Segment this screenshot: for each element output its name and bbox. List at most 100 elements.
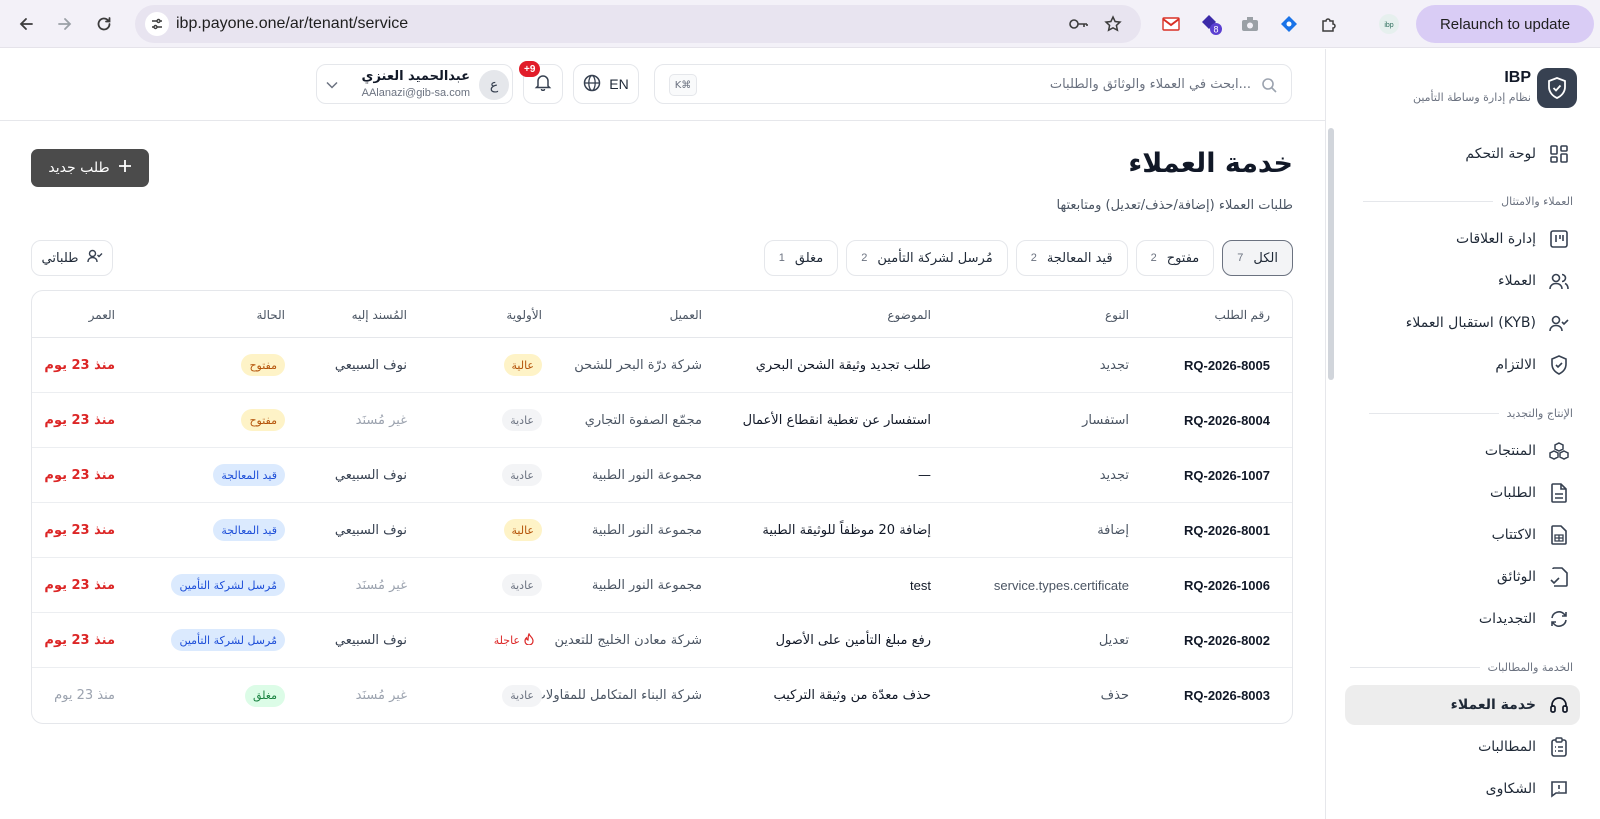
tab-label: مغلق — [794, 250, 824, 266]
back-button[interactable] — [12, 10, 40, 38]
table-row[interactable]: RQ-2026-1006 service.types.certificate t… — [32, 558, 1292, 613]
request-id[interactable]: RQ-2026-8003 — [1184, 668, 1270, 723]
sidebar-item-kyb[interactable]: استقبال العملاء (KYB) — [1345, 303, 1580, 343]
col-header-type[interactable]: النوع — [1105, 291, 1129, 338]
section-divider — [1349, 667, 1480, 668]
request-id[interactable]: RQ-2026-8001 — [1184, 503, 1270, 557]
search-placeholder: ابحث في العملاء والوثائق والطلبات... — [1049, 77, 1251, 92]
col-header-priority[interactable]: الأولوية — [432, 291, 542, 338]
refresh-icon — [1548, 608, 1570, 630]
request-id[interactable]: RQ-2026-8004 — [1184, 393, 1270, 447]
request-type: تجديد — [1099, 357, 1129, 373]
request-id[interactable]: RQ-2026-1006 — [1184, 558, 1270, 612]
request-assignee: غير مُسنَد — [355, 577, 407, 593]
table-row[interactable]: RQ-2026-8003 حذف حذف معدّة من وثيقة التر… — [32, 668, 1292, 723]
priority-cell: عالية — [432, 503, 542, 557]
request-assignee: نوف السبيعي — [334, 467, 407, 483]
boxes-icon — [1548, 440, 1570, 462]
request-id[interactable]: RQ-2026-8002 — [1184, 613, 1270, 667]
sidebar: IBP نظام إدارة وساطة التأمين لوحة التحكم… — [1325, 49, 1600, 819]
request-assignee: نوف السبيعي — [334, 632, 407, 648]
request-id[interactable]: RQ-2026-8005 — [1184, 338, 1270, 392]
extension-diamond-icon[interactable]: 8 — [1199, 12, 1223, 36]
sidebar-item-underwriting[interactable]: الاكتتاب — [1345, 515, 1580, 555]
camera-extension-icon[interactable] — [1238, 12, 1262, 36]
table-row[interactable]: RQ-2026-8001 إضافة إضافة 20 موظفاً للوثي… — [32, 503, 1292, 558]
request-subject: test — [910, 577, 931, 593]
address-bar[interactable]: ibp.payone.one/ar/tenant/service — [135, 5, 1141, 43]
sidebar-item-renewals[interactable]: التجديدات — [1345, 599, 1580, 639]
col-header-client[interactable]: العميل — [670, 291, 702, 338]
user-menu[interactable]: ع عبدالحميد العنزي AAlanazi@gib-sa.com — [316, 64, 513, 104]
priority-cell: عاجلة — [432, 613, 542, 667]
forward-button[interactable] — [51, 10, 79, 38]
request-type: إضافة — [1097, 522, 1129, 538]
request-age: منذ 23 يوم — [44, 522, 115, 538]
status-cell: قيد المعالجة — [213, 503, 285, 557]
request-subject: حذف معدّة من وثيقة التركيب — [773, 688, 931, 703]
request-age: منذ 23 يوم — [44, 412, 115, 428]
section-label: الخدمة والمطالبات — [1487, 661, 1573, 674]
sidebar-item-clients[interactable]: العملاء — [1345, 261, 1580, 301]
extensions-puzzle-icon[interactable] — [1317, 12, 1341, 36]
priority-badge: عادية — [502, 464, 542, 486]
request-id[interactable]: RQ-2026-1007 — [1184, 448, 1270, 502]
col-header-status[interactable]: الحالة — [257, 291, 285, 338]
tab-in-progress[interactable]: قيد المعالجة 2 — [1015, 240, 1128, 276]
col-header-age[interactable]: العمر — [32, 291, 115, 338]
tab-count: 2 — [1030, 252, 1037, 264]
sidebar-item-policies[interactable]: الوثائق — [1345, 557, 1580, 597]
sidebar-item-compliance[interactable]: الالتزام — [1345, 345, 1580, 385]
sidebar-item-complaints[interactable]: الشكاوى — [1345, 769, 1580, 809]
reload-button[interactable] — [90, 10, 118, 38]
table-row[interactable]: RQ-2026-8005 تجديد طلب تجديد وثيقة الشحن… — [32, 338, 1292, 393]
request-assignee: نوف السبيعي — [334, 522, 407, 538]
priority-badge: عالية — [503, 354, 542, 376]
tab-sent-to-insurer[interactable]: مُرسل لشركة التأمين 2 — [846, 240, 1008, 276]
grid-icon — [1548, 143, 1570, 165]
sidebar-item-customer-service[interactable]: خدمة العملاء — [1345, 685, 1580, 725]
tab-count: 7 — [1237, 252, 1244, 264]
sidebar-item-relations[interactable]: إدارة العلاقات — [1345, 219, 1580, 259]
sidebar-item-products[interactable]: المنتجات — [1345, 431, 1580, 471]
sidebar-item-label: إدارة العلاقات — [1456, 231, 1536, 247]
tab-open[interactable]: مفتوح 2 — [1135, 240, 1215, 276]
sidebar-section-clients: العملاء والامتثال — [1363, 195, 1573, 208]
status-cell: مُرسل لشركة التأمين — [171, 558, 285, 612]
password-key-icon[interactable] — [1069, 14, 1089, 34]
relaunch-button[interactable]: Relaunch to update — [1416, 5, 1594, 43]
tab-all[interactable]: الكل 7 — [1222, 240, 1293, 276]
col-header-subject[interactable]: الموضوع — [887, 291, 931, 338]
table-row[interactable]: RQ-2026-8004 استفسار استفسار عن تغطية ان… — [32, 393, 1292, 448]
shield-check-icon — [1548, 354, 1570, 376]
profile-avatar-icon[interactable]: ibp — [1377, 12, 1401, 36]
status-badge: مُرسل لشركة التأمين — [171, 574, 285, 596]
request-subject: استفسار عن تغطية انقطاع الأعمال — [742, 412, 931, 428]
sidebar-item-dashboard[interactable]: لوحة التحكم — [1345, 134, 1580, 174]
col-header-id[interactable]: رقم الطلب — [1215, 291, 1270, 338]
new-request-button[interactable]: طلب جديد — [31, 149, 149, 187]
my-requests-button[interactable]: طلباتي — [31, 240, 113, 276]
search-input[interactable]: ابحث في العملاء والوثائق والطلبات... K⌘ — [654, 64, 1292, 104]
table-row[interactable]: RQ-2026-8002 تعديل رفع مبلغ التأمين على … — [32, 613, 1292, 668]
request-age: منذ 23 يوم — [44, 632, 115, 648]
site-info-icon[interactable] — [145, 12, 169, 36]
tab-closed[interactable]: مغلق 1 — [763, 240, 839, 276]
search-icon — [1259, 75, 1279, 95]
brand-name: IBP — [1504, 69, 1531, 86]
sidebar-item-requests[interactable]: الطلبات — [1345, 473, 1580, 513]
tag-extension-icon[interactable] — [1277, 12, 1301, 36]
status-tabs: الكل 7 مفتوح 2 قيد المعالجة 2 مُرسل لشرك… — [763, 240, 1293, 276]
sidebar-item-label: خدمة العملاء — [1450, 697, 1536, 713]
gmail-extension-icon[interactable] — [1159, 12, 1183, 36]
language-toggle[interactable]: EN — [573, 64, 639, 104]
bookmark-star-icon[interactable] — [1103, 14, 1123, 34]
col-header-assignee[interactable]: المُسند إليه — [352, 291, 407, 338]
table-row[interactable]: RQ-2026-1007 تجديد — مجموعة النور الطبية… — [32, 448, 1292, 503]
sidebar-item-claims[interactable]: المطالبات — [1345, 727, 1580, 767]
request-subject: رفع مبلغ التأمين على الأصول — [775, 632, 931, 648]
scrollbar[interactable] — [1328, 128, 1334, 380]
section-divider — [1363, 201, 1494, 202]
request-age: منذ 23 يوم — [54, 688, 115, 703]
priority-cell: عادية — [432, 448, 542, 502]
